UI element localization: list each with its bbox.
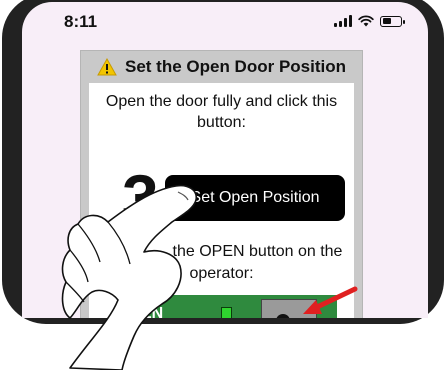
step-number: 3	[122, 161, 159, 235]
button-dot	[276, 314, 290, 318]
instruction-2-line2: operator:	[189, 265, 254, 282]
phone-frame: 8:11 Set the Open Door Position Open the…	[2, 0, 444, 324]
cellular-signal-icon	[334, 15, 352, 27]
red-arrow-icon	[303, 286, 358, 314]
warning-icon	[97, 58, 117, 76]
wifi-icon	[358, 15, 374, 27]
setup-card: Set the Open Door Position Open the door…	[80, 50, 363, 318]
battery-icon	[380, 15, 405, 27]
instruction-text: Open the door fully and click this butto…	[105, 93, 338, 131]
operator-panel-label: EN	[141, 305, 164, 318]
instruction-text-2: the OPEN button on the operator:	[89, 241, 354, 285]
card-body: Open the door fully and click this butto…	[89, 83, 358, 318]
phone-screen: 8:11 Set the Open Door Position Open the…	[22, 2, 428, 318]
card-title: Set the Open Door Position	[124, 57, 346, 76]
card-header: Set the Open Door Position	[81, 51, 362, 83]
status-icons	[334, 15, 405, 27]
set-open-position-button[interactable]: Set Open Position	[165, 175, 345, 221]
led-indicator	[221, 307, 232, 318]
operator-panel-image: EN	[129, 286, 358, 318]
instruction-2-line1: the OPEN button on the	[172, 243, 343, 260]
status-time: 8:11	[64, 12, 98, 31]
